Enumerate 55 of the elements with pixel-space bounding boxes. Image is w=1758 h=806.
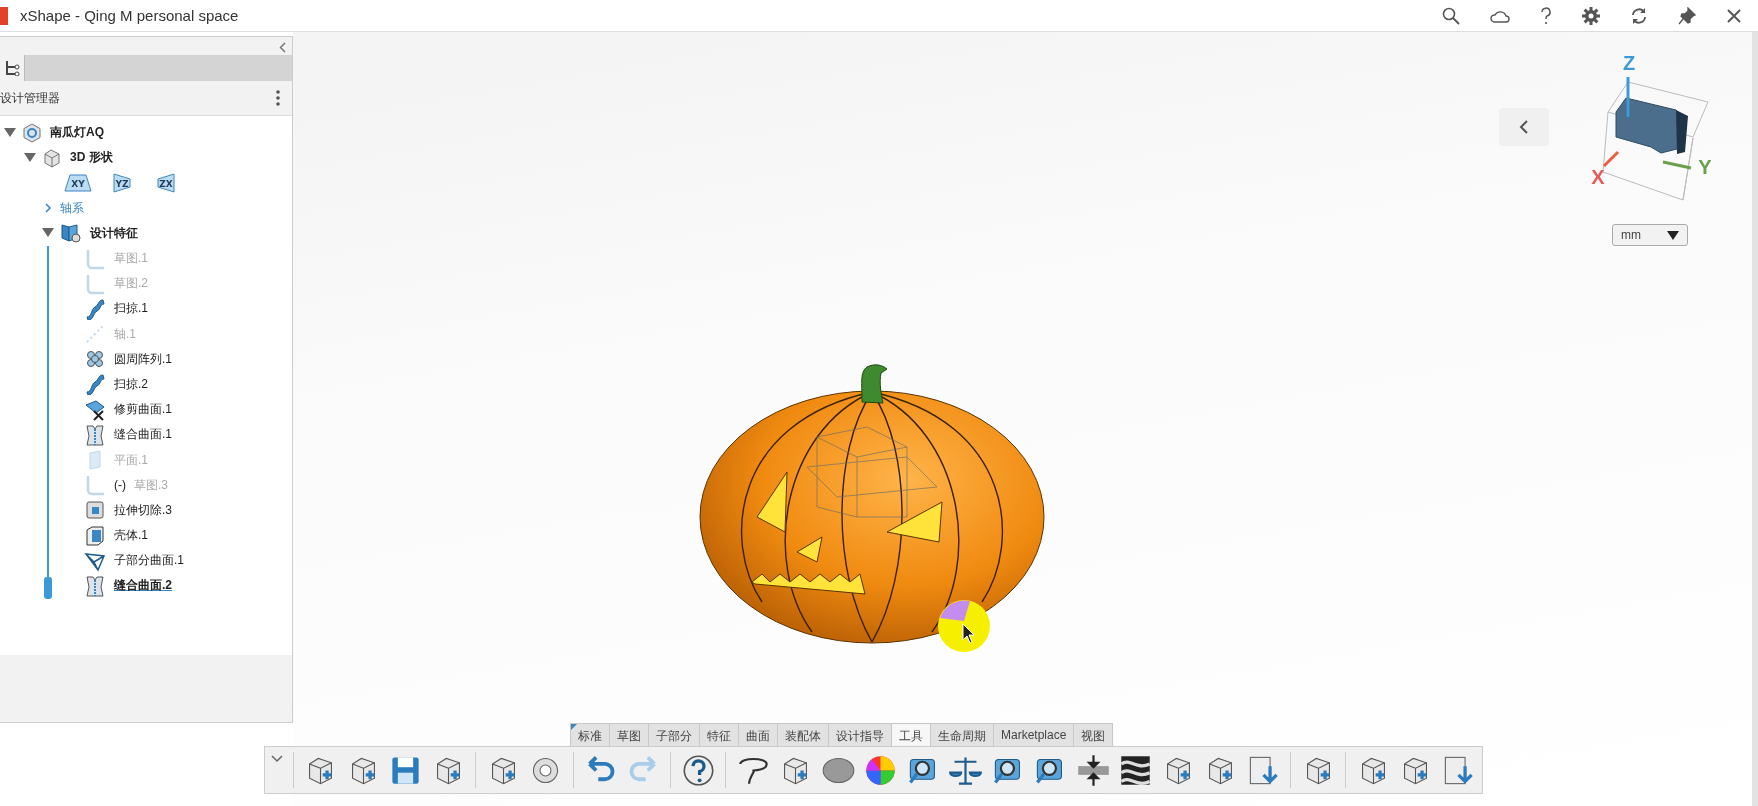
close-icon[interactable] (1726, 7, 1742, 24)
pin-icon[interactable] (1678, 6, 1696, 25)
tree-item[interactable]: 3D 形状 (70, 149, 113, 167)
tree-item[interactable]: 壳体.1 (114, 527, 148, 545)
rollback-handle[interactable] (44, 576, 52, 599)
panel-heading: 设计管理器 (0, 89, 60, 107)
ribbon-tab[interactable]: 工具 (892, 723, 931, 746)
ribbon-tab[interactable]: 曲面 (739, 723, 778, 746)
ribbon-tab[interactable]: 特征 (700, 723, 739, 746)
caret-icon[interactable] (271, 755, 283, 763)
search-icon[interactable] (1442, 6, 1460, 25)
features-icon (60, 222, 82, 245)
help-icon[interactable] (1540, 6, 1552, 25)
dropdown-triangle-icon (1667, 230, 1679, 240)
expand-triangle-icon[interactable] (4, 127, 16, 138)
ribbon-tab[interactable]: 标准 (570, 723, 610, 746)
refresh-icon[interactable] (1630, 6, 1648, 25)
tree-icon (4, 60, 20, 76)
plane-icon[interactable]: XY (64, 171, 92, 194)
help-icon[interactable] (680, 752, 716, 788)
settings-icon[interactable] (1582, 6, 1600, 25)
collapse-chevron-icon[interactable] (279, 42, 286, 53)
solid-shape-icon (42, 147, 62, 168)
expand-triangle-icon[interactable] (42, 228, 54, 239)
chevron-left-icon (1519, 120, 1529, 134)
suppressed-marker: (-) (114, 478, 126, 493)
part-icon (22, 122, 42, 143)
cursor-highlight (936, 598, 992, 654)
tree-item[interactable]: 子部分曲面.1 (114, 552, 184, 570)
tree-item[interactable]: 修剪曲面.1 (114, 401, 172, 419)
ribbon-tab[interactable]: 子部分 (649, 723, 700, 746)
tree-item[interactable]: 缝合曲面.2 (114, 577, 172, 595)
tree-item[interactable]: 设计特征 (90, 224, 138, 242)
ribbon-tab[interactable]: 草图 (610, 723, 649, 746)
expand-triangle-icon[interactable] (24, 152, 36, 163)
expand-chevron-icon[interactable] (42, 203, 54, 214)
rollback-bar[interactable] (44, 245, 52, 599)
tree-item[interactable]: 圆周阵列.1 (114, 350, 172, 368)
unit-dropdown[interactable]: mm (1612, 224, 1688, 246)
ribbon-tab[interactable]: 生命周期 (931, 723, 994, 746)
ribbon-tab[interactable]: 装配体 (778, 723, 829, 746)
app-logo-icon (0, 6, 8, 25)
window-title: xShape - Qing M personal space (20, 7, 239, 24)
more-options-icon[interactable] (276, 90, 280, 106)
tree-item[interactable]: 轴系 (60, 199, 84, 217)
tree-item[interactable]: 南瓜灯AQ (50, 124, 104, 142)
ribbon-tab[interactable]: Marketplace (994, 723, 1075, 746)
compress-arrows-icon[interactable] (1075, 752, 1111, 788)
tree-item[interactable]: 扫掠.2 (114, 375, 148, 393)
tree-item[interactable]: 拉伸切除.3 (114, 501, 172, 519)
ribbon-tab[interactable]: 设计指导 (829, 723, 892, 746)
tree-item[interactable]: 扫掠.1 (114, 300, 148, 318)
tree-item[interactable]: 缝合曲面.1 (114, 426, 172, 444)
ribbon-tab[interactable]: 视图 (1074, 723, 1114, 746)
cloud-icon[interactable] (1490, 8, 1510, 23)
